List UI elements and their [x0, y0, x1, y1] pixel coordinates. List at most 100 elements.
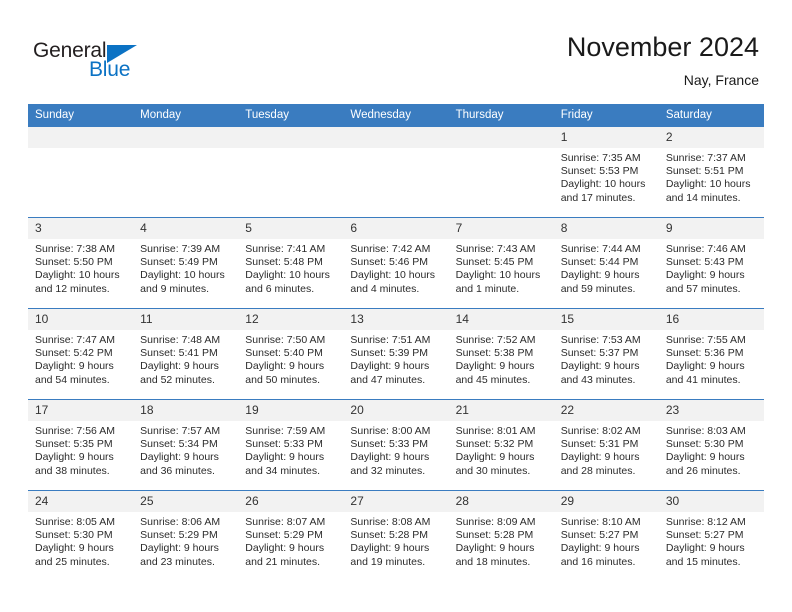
sunset-text: Sunset: 5:48 PM [245, 256, 323, 269]
day-cell[interactable]: 1 Sunrise: 7:35 AM Sunset: 5:53 PM Dayli… [553, 126, 659, 218]
day-details: Sunrise: 8:05 AM Sunset: 5:30 PM Dayligh… [28, 512, 133, 569]
day-number: 26 [238, 491, 344, 512]
day-details: Sunrise: 7:48 AM Sunset: 5:41 PM Dayligh… [133, 330, 238, 387]
day-cell[interactable]: 20 Sunrise: 8:00 AM Sunset: 5:33 PM Dayl… [343, 399, 449, 491]
daylight-text-line1: Daylight: 9 hours [455, 542, 535, 555]
day-number: 8 [553, 218, 659, 239]
daylight-text-line1: Daylight: 9 hours [140, 360, 219, 373]
day-cell[interactable]: 18 Sunrise: 7:57 AM Sunset: 5:34 PM Dayl… [133, 399, 239, 491]
day-cell[interactable]: 15 Sunrise: 7:53 AM Sunset: 5:37 PM Dayl… [553, 308, 659, 400]
day-cell[interactable]: 4 Sunrise: 7:39 AM Sunset: 5:49 PM Dayli… [133, 217, 239, 309]
daylight-text-line1: Daylight: 9 hours [560, 269, 640, 282]
logo-text-blue: Blue [89, 58, 131, 81]
sunrise-text: Sunrise: 8:01 AM [455, 425, 536, 437]
day-cell[interactable] [343, 126, 449, 218]
day-details [343, 148, 448, 152]
day-details: Sunrise: 8:10 AM Sunset: 5:27 PM Dayligh… [554, 512, 659, 569]
general-blue-logo[interactable]: General Blue [33, 39, 163, 87]
daylight-text-line1: Daylight: 9 hours [455, 360, 535, 373]
day-number: 3 [28, 218, 134, 239]
day-details: Sunrise: 7:55 AM Sunset: 5:36 PM Dayligh… [659, 330, 764, 387]
day-cell[interactable] [28, 126, 134, 218]
day-cell[interactable]: 3 Sunrise: 7:38 AM Sunset: 5:50 PM Dayli… [28, 217, 134, 309]
sunrise-text: Sunrise: 8:00 AM [350, 425, 431, 437]
day-cell[interactable]: 21 Sunrise: 8:01 AM Sunset: 5:32 PM Dayl… [448, 399, 554, 491]
day-details [133, 148, 238, 152]
week-row: 10 Sunrise: 7:47 AM Sunset: 5:42 PM Dayl… [28, 308, 764, 400]
sunrise-text: Sunrise: 8:09 AM [455, 516, 536, 528]
day-cell[interactable]: 10 Sunrise: 7:47 AM Sunset: 5:42 PM Dayl… [28, 308, 134, 400]
day-cell[interactable]: 12 Sunrise: 7:50 AM Sunset: 5:40 PM Dayl… [238, 308, 344, 400]
day-details: Sunrise: 7:59 AM Sunset: 5:33 PM Dayligh… [238, 421, 343, 478]
sunrise-text: Sunrise: 7:39 AM [140, 243, 221, 255]
day-number: 25 [133, 491, 239, 512]
daylight-text-line1: Daylight: 9 hours [245, 542, 325, 555]
day-details: Sunrise: 8:06 AM Sunset: 5:29 PM Dayligh… [133, 512, 238, 569]
day-cell[interactable]: 11 Sunrise: 7:48 AM Sunset: 5:41 PM Dayl… [133, 308, 239, 400]
day-details: Sunrise: 7:57 AM Sunset: 5:34 PM Dayligh… [133, 421, 238, 478]
day-details: Sunrise: 8:00 AM Sunset: 5:33 PM Dayligh… [343, 421, 448, 478]
daylight-text-line1: Daylight: 9 hours [665, 269, 745, 282]
day-cell[interactable]: 28 Sunrise: 8:09 AM Sunset: 5:28 PM Dayl… [448, 490, 554, 581]
day-cell[interactable]: 24 Sunrise: 8:05 AM Sunset: 5:30 PM Dayl… [28, 490, 134, 581]
title-block: November 2024 Nay, France [567, 31, 759, 89]
day-cell[interactable]: 17 Sunrise: 7:56 AM Sunset: 5:35 PM Dayl… [28, 399, 134, 491]
day-number: 21 [448, 400, 554, 421]
day-cell[interactable]: 23 Sunrise: 8:03 AM Sunset: 5:30 PM Dayl… [658, 399, 764, 491]
day-details: Sunrise: 7:41 AM Sunset: 5:48 PM Dayligh… [238, 239, 343, 296]
daylight-text-line2: and 43 minutes. [560, 373, 636, 386]
daylight-text-line2: and 32 minutes. [350, 464, 426, 477]
sunrise-text: Sunrise: 7:44 AM [560, 243, 641, 255]
day-cell[interactable]: 14 Sunrise: 7:52 AM Sunset: 5:38 PM Dayl… [448, 308, 554, 400]
day-cell[interactable]: 29 Sunrise: 8:10 AM Sunset: 5:27 PM Dayl… [553, 490, 659, 581]
day-cell[interactable]: 27 Sunrise: 8:08 AM Sunset: 5:28 PM Dayl… [343, 490, 449, 581]
day-cell[interactable]: 6 Sunrise: 7:42 AM Sunset: 5:46 PM Dayli… [343, 217, 449, 309]
day-number: 28 [448, 491, 554, 512]
day-details [238, 148, 343, 152]
weekday-header-tuesday: Tuesday [238, 104, 344, 127]
day-details: Sunrise: 7:42 AM Sunset: 5:46 PM Dayligh… [343, 239, 448, 296]
sunrise-text: Sunrise: 8:03 AM [665, 425, 746, 437]
sunrise-text: Sunrise: 7:51 AM [350, 334, 431, 346]
weekday-header-row: Sunday Monday Tuesday Wednesday Thursday… [28, 104, 764, 127]
day-cell[interactable]: 25 Sunrise: 8:06 AM Sunset: 5:29 PM Dayl… [133, 490, 239, 581]
sunset-text: Sunset: 5:35 PM [35, 438, 113, 451]
day-cell[interactable]: 7 Sunrise: 7:43 AM Sunset: 5:45 PM Dayli… [448, 217, 554, 309]
sunset-text: Sunset: 5:42 PM [35, 347, 113, 360]
daylight-text-line2: and 18 minutes. [455, 555, 531, 568]
day-cell[interactable]: 30 Sunrise: 8:12 AM Sunset: 5:27 PM Dayl… [658, 490, 764, 581]
day-cell[interactable] [133, 126, 239, 218]
daylight-text-line2: and 9 minutes. [140, 282, 210, 295]
daylight-text-line2: and 34 minutes. [245, 464, 320, 477]
day-details: Sunrise: 8:03 AM Sunset: 5:30 PM Dayligh… [659, 421, 764, 478]
daylight-text-line1: Daylight: 9 hours [245, 451, 325, 464]
day-number: 6 [343, 218, 449, 239]
day-cell[interactable] [238, 126, 344, 218]
day-cell[interactable]: 2 Sunrise: 7:37 AM Sunset: 5:51 PM Dayli… [658, 126, 764, 218]
daylight-text-line1: Daylight: 9 hours [350, 360, 430, 373]
sunrise-text: Sunrise: 8:02 AM [560, 425, 641, 437]
sunset-text: Sunset: 5:45 PM [455, 256, 534, 269]
day-number: 24 [28, 491, 134, 512]
day-cell[interactable]: 8 Sunrise: 7:44 AM Sunset: 5:44 PM Dayli… [553, 217, 659, 309]
day-number: 27 [343, 491, 449, 512]
day-cell[interactable]: 19 Sunrise: 7:59 AM Sunset: 5:33 PM Dayl… [238, 399, 344, 491]
daylight-text-line2: and 19 minutes. [350, 555, 426, 568]
day-cell[interactable]: 22 Sunrise: 8:02 AM Sunset: 5:31 PM Dayl… [553, 399, 659, 491]
day-cell[interactable]: 9 Sunrise: 7:46 AM Sunset: 5:43 PM Dayli… [658, 217, 764, 309]
page-header: General Blue November 2024 Nay, France [0, 0, 792, 100]
day-number: 18 [133, 400, 239, 421]
daylight-text-line1: Daylight: 9 hours [665, 360, 745, 373]
day-cell[interactable]: 13 Sunrise: 7:51 AM Sunset: 5:39 PM Dayl… [343, 308, 449, 400]
day-cell[interactable]: 16 Sunrise: 7:55 AM Sunset: 5:36 PM Dayl… [658, 308, 764, 400]
weekday-header-monday: Monday [133, 104, 239, 127]
day-cell[interactable]: 26 Sunrise: 8:07 AM Sunset: 5:29 PM Dayl… [238, 490, 344, 581]
day-details: Sunrise: 7:37 AM Sunset: 5:51 PM Dayligh… [659, 148, 764, 205]
day-number: 10 [28, 309, 134, 330]
daylight-text-line2: and 59 minutes. [560, 282, 636, 295]
day-cell[interactable] [448, 126, 554, 218]
sunrise-text: Sunrise: 8:08 AM [350, 516, 431, 528]
day-details: Sunrise: 8:09 AM Sunset: 5:28 PM Dayligh… [449, 512, 554, 569]
day-cell[interactable]: 5 Sunrise: 7:41 AM Sunset: 5:48 PM Dayli… [238, 217, 344, 309]
day-number: 23 [658, 400, 764, 421]
